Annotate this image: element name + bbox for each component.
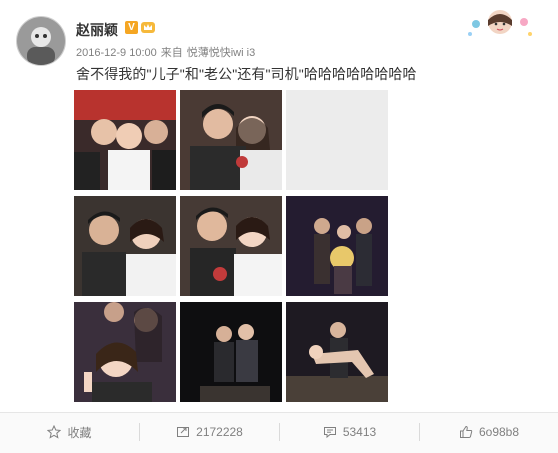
post-meta: 2016-12-9 10:00 来自 悦薄悦快iwi i3 <box>76 44 259 60</box>
photo-3[interactable] <box>286 90 388 190</box>
decorative-sticker <box>468 10 532 36</box>
photo-5[interactable] <box>180 196 282 296</box>
photo-6[interactable] <box>286 196 388 296</box>
photo-2[interactable] <box>180 90 282 190</box>
repost-count: 2172228 <box>196 425 243 439</box>
weibo-post: 赵丽颖 V 2016-12-9 10:00 来自 悦薄悦快iwi i3 舍不得我的"… <box>0 0 558 453</box>
photo-1[interactable] <box>74 90 176 190</box>
comment-icon <box>323 427 336 439</box>
post-text: 舍不得我的"儿子"和"老公"还有"司机"哈哈哈哈哈哈哈哈 <box>76 66 417 82</box>
repost-button[interactable]: 2172228 <box>140 413 279 451</box>
source-prefix: 来自 <box>160 47 183 59</box>
action-bar: 收藏 2172228 53413 6o98b8 <box>0 412 558 453</box>
repost-icon <box>177 427 190 437</box>
user-avatar[interactable] <box>16 16 66 66</box>
photo-9[interactable] <box>286 302 388 402</box>
crown-icon <box>141 22 155 33</box>
photo-8[interactable] <box>180 302 282 402</box>
favorite-button[interactable]: 收藏 <box>0 413 139 451</box>
comment-button[interactable]: 53413 <box>280 413 419 451</box>
star-icon <box>47 425 62 439</box>
photo-grid <box>74 90 388 402</box>
thumbs-up-icon <box>459 425 473 438</box>
post-date[interactable]: 2016-12-9 10:00 <box>76 47 157 59</box>
favorite-label: 收藏 <box>67 425 92 440</box>
like-count: 6o98b8 <box>478 425 520 439</box>
username[interactable]: 赵丽颖 <box>76 20 118 40</box>
verified-badge: V <box>125 21 138 34</box>
photo-7[interactable] <box>74 302 176 402</box>
post-source[interactable]: 悦薄悦快iwi i3 <box>187 47 255 59</box>
photo-4[interactable] <box>74 196 176 296</box>
comment-count: 53413 <box>342 425 377 439</box>
like-button[interactable]: 6o98b8 <box>420 413 558 451</box>
